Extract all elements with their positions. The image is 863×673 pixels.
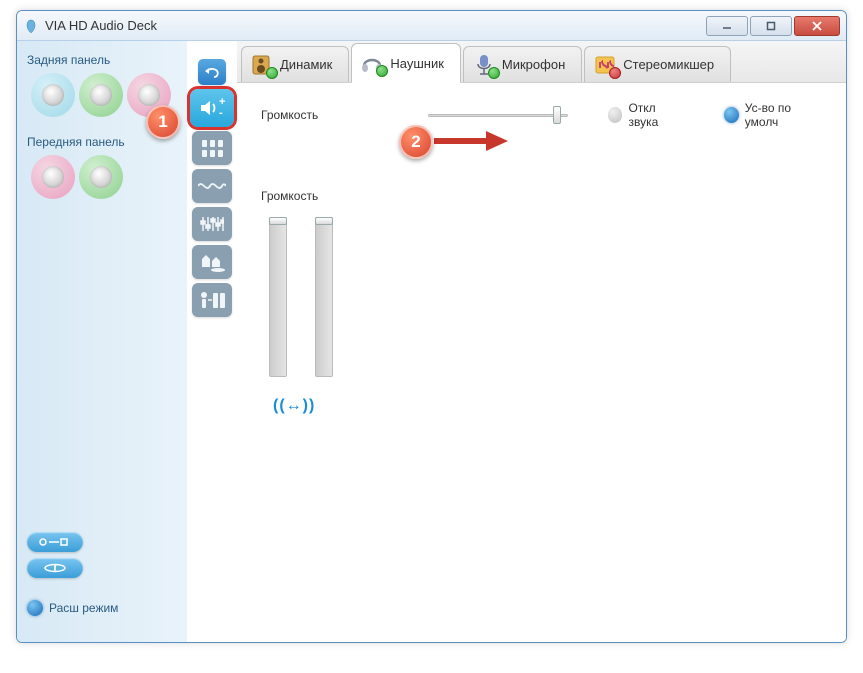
mute-toggle[interactable]: Откл звука bbox=[608, 101, 685, 129]
arrow-icon bbox=[430, 128, 510, 154]
speaker-config-button[interactable] bbox=[192, 131, 232, 165]
status-badge-icon bbox=[266, 67, 278, 79]
extended-mode-indicator bbox=[27, 600, 43, 616]
slider-track bbox=[315, 217, 333, 377]
tab-label: Наушник bbox=[390, 56, 444, 71]
volume-feature-button[interactable]: +- bbox=[190, 89, 234, 127]
front-jacks bbox=[27, 155, 177, 199]
default-device-label: Ус-во по умолч bbox=[745, 101, 822, 129]
volume-label: Громкость bbox=[261, 108, 329, 122]
microphone-icon bbox=[472, 53, 496, 77]
main-area: Динамик Наушник Микрофон bbox=[237, 41, 846, 642]
left-channel-slider[interactable] bbox=[269, 217, 287, 377]
slider-thumb[interactable] bbox=[553, 106, 561, 124]
mute-label: Откл звука bbox=[628, 101, 684, 129]
svg-text:i: i bbox=[54, 564, 56, 572]
slider-thumb[interactable] bbox=[315, 217, 333, 225]
sound-effect-button[interactable] bbox=[192, 169, 232, 203]
channel-volume-section: Громкость ((↔)) bbox=[261, 189, 822, 415]
speaker-icon bbox=[250, 53, 274, 77]
stereo-expand-icon[interactable]: ((↔)) bbox=[273, 397, 822, 415]
app-window: VIA HD Audio Deck Задняя панель Передняя… bbox=[16, 10, 847, 643]
channel-volume-label: Громкость bbox=[261, 189, 318, 203]
status-badge-icon bbox=[488, 67, 500, 79]
tab-speaker[interactable]: Динамик bbox=[241, 46, 349, 82]
slider-thumb[interactable] bbox=[269, 217, 287, 225]
close-button[interactable] bbox=[794, 16, 840, 36]
extended-mode-toggle[interactable]: Расш режим bbox=[27, 600, 177, 616]
device-tabs: Динамик Наушник Микрофон bbox=[237, 41, 846, 83]
tab-label: Микрофон bbox=[502, 57, 565, 72]
app-icon bbox=[23, 18, 39, 34]
rear-panel-label: Задняя панель bbox=[27, 53, 177, 67]
jack-front-headphone[interactable] bbox=[79, 155, 123, 199]
status-badge-icon bbox=[376, 65, 388, 77]
master-volume-slider[interactable] bbox=[428, 104, 568, 126]
status-badge-icon bbox=[609, 67, 621, 79]
headphone-icon bbox=[360, 51, 384, 75]
master-volume-row: Громкость Откл звука Ус-во по умолч bbox=[261, 101, 822, 129]
minimize-button[interactable] bbox=[706, 16, 748, 36]
callout-2: 2 bbox=[399, 125, 433, 159]
tab-label: Динамик bbox=[280, 57, 332, 72]
channel-sliders bbox=[269, 217, 822, 377]
info-button[interactable]: i bbox=[27, 558, 83, 578]
tab-content: Громкость Откл звука Ус-во по умолч bbox=[237, 83, 846, 642]
stereomix-icon bbox=[593, 53, 617, 77]
slider-track bbox=[269, 217, 287, 377]
maximize-button[interactable] bbox=[750, 16, 792, 36]
equalizer-button[interactable] bbox=[192, 207, 232, 241]
room-correction-button[interactable] bbox=[192, 283, 232, 317]
titlebar: VIA HD Audio Deck bbox=[17, 11, 846, 41]
tab-stereomix[interactable]: Стереомикшер bbox=[584, 46, 731, 82]
bottom-controls: i Расш режим bbox=[27, 532, 177, 630]
window-controls bbox=[704, 16, 840, 36]
callout-1: 1 bbox=[146, 105, 180, 139]
extended-mode-label: Расш режим bbox=[49, 601, 118, 615]
slider-track bbox=[428, 114, 568, 117]
svg-text:-: - bbox=[219, 107, 223, 119]
radio-indicator-off-icon bbox=[608, 107, 623, 123]
jack-front-mic[interactable] bbox=[31, 155, 75, 199]
feature-strip: +- bbox=[187, 41, 237, 642]
tab-headphone[interactable]: Наушник bbox=[351, 43, 461, 83]
tab-label: Стереомикшер bbox=[623, 57, 714, 72]
tab-microphone[interactable]: Микрофон bbox=[463, 46, 582, 82]
jack-rear-linein[interactable] bbox=[31, 73, 75, 117]
reset-button[interactable] bbox=[198, 59, 226, 85]
window-title: VIA HD Audio Deck bbox=[45, 18, 704, 33]
radio-indicator-on-icon bbox=[724, 107, 739, 123]
environment-button[interactable] bbox=[192, 245, 232, 279]
default-device-toggle[interactable]: Ус-во по умолч bbox=[724, 101, 822, 129]
right-channel-slider[interactable] bbox=[315, 217, 333, 377]
jack-rear-lineout[interactable] bbox=[79, 73, 123, 117]
jack-detection-button[interactable] bbox=[27, 532, 83, 552]
